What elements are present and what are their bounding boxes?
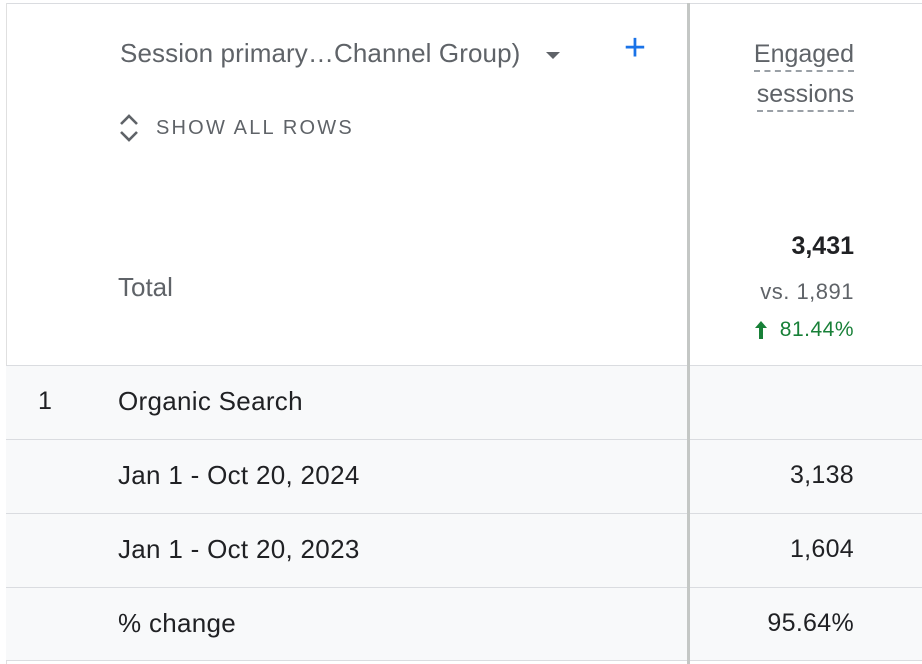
total-change-value: 81.44% [779,318,854,341]
dimension-label: Session primary…Channel Group) [120,38,521,68]
metric-header-engaged-sessions[interactable]: Engaged sessions [753,34,854,114]
row-value: 95.64% [767,609,854,637]
metric-header-line1: Engaged [753,38,854,72]
report-table: Session primary…Channel Group) + SHOW AL… [0,0,922,664]
table-top-border [6,3,922,4]
total-change: 81.44% [754,318,854,342]
caret-down-icon[interactable] [546,51,561,59]
show-all-rows-button[interactable]: SHOW ALL ROWS [118,112,354,144]
table-row[interactable]: Jan 1 - Oct 20, 2024 3,138 [6,439,922,513]
row-label: Jan 1 - Oct 20, 2024 [118,460,360,490]
table-row[interactable]: % change 95.64% [6,587,922,661]
plus-icon[interactable]: + [620,29,650,67]
row-value: 1,604 [789,535,854,563]
row-value: 3,138 [789,461,854,489]
row-label: % change [118,608,237,638]
total-comparison: vs. 1,891 [760,279,854,304]
table-row[interactable]: Jan 1 - Oct 20, 2023 1,604 [6,513,922,587]
arrow-up-icon [754,321,767,339]
table-row[interactable]: 1 Organic Search [6,365,922,439]
row-label: Jan 1 - Oct 20, 2023 [118,534,360,564]
row-label: Organic Search [118,386,303,416]
column-divider[interactable] [687,3,690,664]
metric-header-line2: sessions [756,78,854,112]
unfold-icon [120,114,138,142]
total-label: Total [118,272,173,302]
show-all-rows-label: SHOW ALL ROWS [156,116,354,139]
table-bottom-border [6,660,922,661]
row-index: 1 [38,387,52,415]
dimension-selector[interactable]: Session primary…Channel Group) [120,38,561,69]
total-value: 3,431 [791,232,854,260]
